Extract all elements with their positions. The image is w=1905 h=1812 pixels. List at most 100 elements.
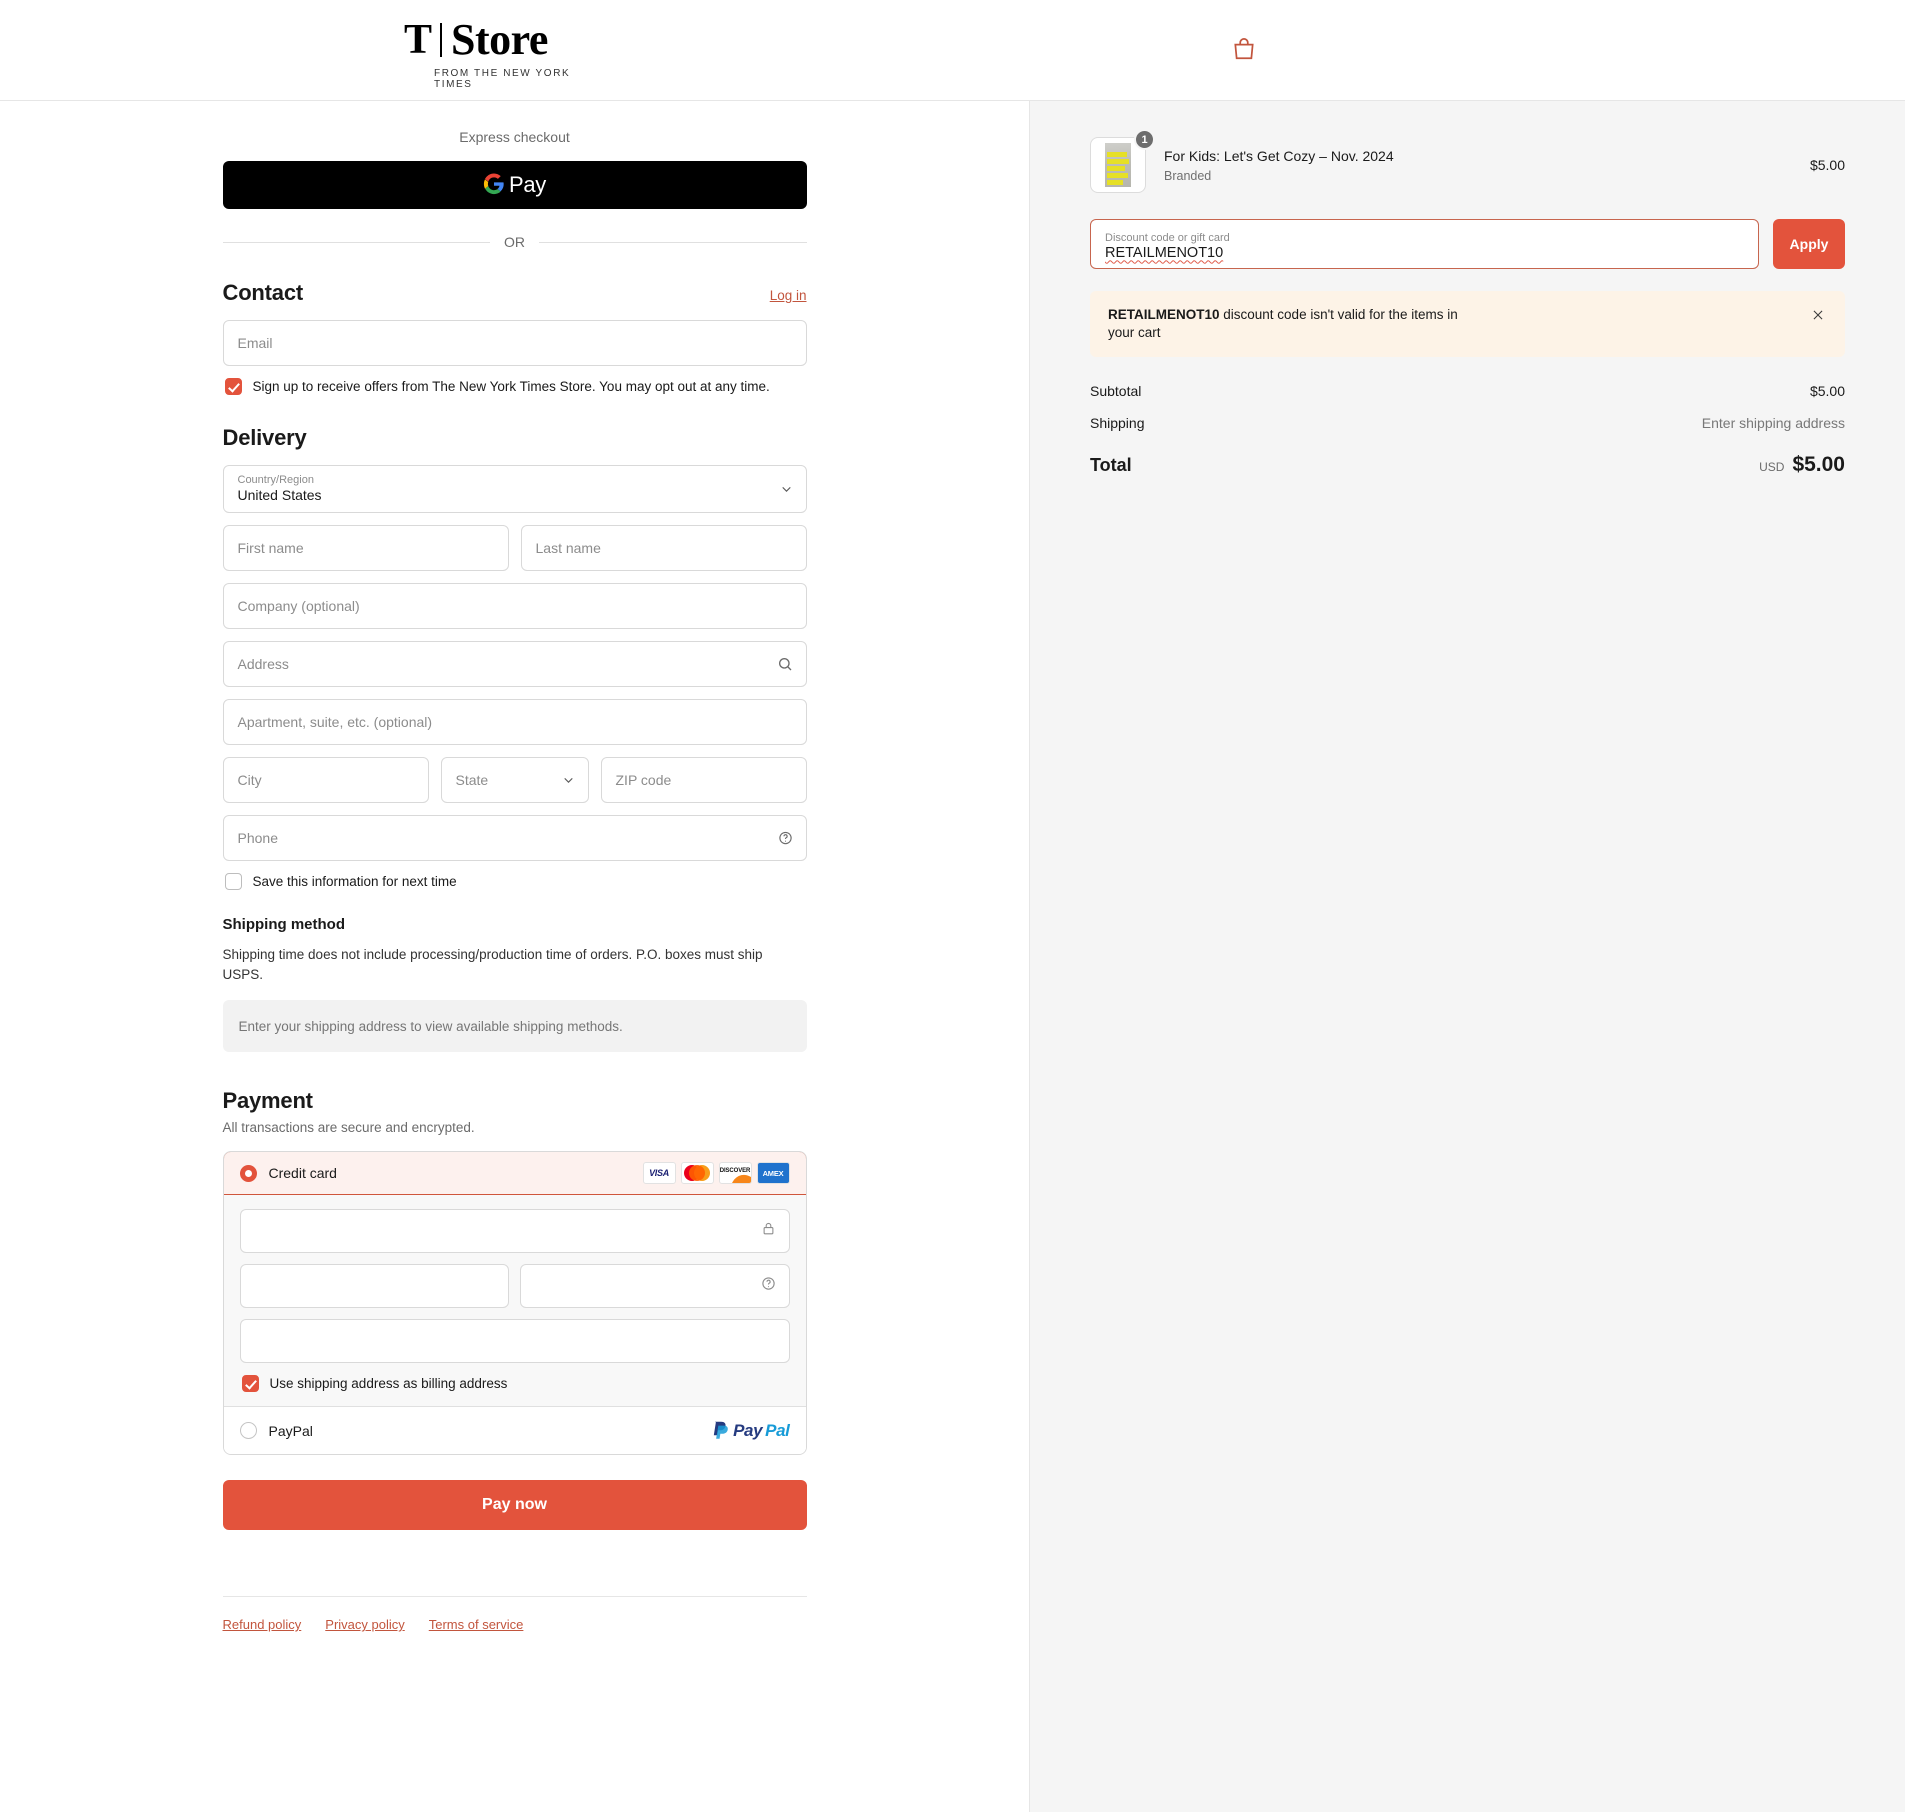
- visa-icon: VISA: [642, 1162, 676, 1185]
- paypal-option[interactable]: PayPal Pay Pal: [223, 1406, 806, 1455]
- payment-subtitle: All transactions are secure and encrypte…: [222, 1120, 475, 1136]
- close-icon[interactable]: [1809, 306, 1827, 327]
- shipping-label: Shipping: [1090, 415, 1145, 432]
- email-field[interactable]: Email: [222, 320, 807, 366]
- subtotal-label: Subtotal: [1090, 383, 1142, 400]
- google-g-icon: [483, 172, 505, 198]
- product-variant: Branded: [1164, 168, 1212, 183]
- newsletter-label: Sign up to receive offers from The New Y…: [252, 379, 770, 394]
- terms-of-service-link[interactable]: Terms of service: [429, 1617, 524, 1632]
- credit-card-form: Use shipping address as billing address: [223, 1195, 806, 1407]
- credit-card-radio[interactable]: [239, 1164, 257, 1182]
- total-row: Total USD $5.00: [1090, 453, 1845, 477]
- delivery-title: Delivery: [222, 425, 307, 450]
- divider-line-left: [222, 241, 490, 243]
- chevron-down-icon: [780, 483, 793, 496]
- country-region-label: Country/Region: [237, 474, 314, 487]
- paypal-label: PayPal: [268, 1422, 313, 1439]
- total-value: $5.00: [1792, 453, 1845, 477]
- phone-field[interactable]: Phone: [222, 815, 807, 861]
- shopping-bag-icon[interactable]: [1231, 36, 1257, 62]
- last-name-placeholder: Last name: [535, 540, 601, 556]
- billing-same-row[interactable]: Use shipping address as billing address: [241, 1375, 790, 1393]
- payment-title: Payment: [222, 1088, 314, 1114]
- discount-error-code: RETAILMENOT10: [1108, 307, 1220, 322]
- address-field[interactable]: Address: [222, 641, 807, 687]
- security-code-field[interactable]: [520, 1264, 790, 1309]
- privacy-policy-link[interactable]: Privacy policy: [325, 1617, 404, 1632]
- order-summary-column: 1 For Kids: Let's Get Cozy – Nov. 2024 B…: [1030, 101, 1905, 1812]
- or-divider: OR: [222, 234, 807, 250]
- paypal-logo-pal: Pal: [765, 1420, 790, 1440]
- company-field[interactable]: Company (optional): [222, 583, 807, 629]
- save-info-row[interactable]: Save this information for next time: [224, 873, 807, 890]
- save-info-checkbox[interactable]: [224, 873, 242, 890]
- name-on-card-field[interactable]: [239, 1319, 790, 1364]
- search-icon[interactable]: [777, 656, 793, 672]
- expiration-date-field[interactable]: [239, 1264, 509, 1309]
- google-pay-label: Pay: [508, 172, 546, 197]
- shipping-note: Shipping time does not include processin…: [222, 947, 763, 982]
- card-number-field[interactable]: [239, 1209, 790, 1254]
- paypal-logo-pay: Pay: [733, 1420, 763, 1440]
- product-price: $5.00: [1809, 157, 1845, 173]
- address-placeholder: Address: [237, 656, 289, 672]
- log-in-link[interactable]: Log in: [770, 288, 807, 303]
- state-placeholder: State: [455, 772, 489, 788]
- logo-tagline: FROM THE NEW YORK TIMES: [434, 68, 571, 90]
- state-select[interactable]: State: [440, 757, 589, 803]
- country-region-select[interactable]: Country/Region United States: [222, 465, 807, 513]
- shipping-methods-empty-state: Enter your shipping address to view avai…: [222, 1000, 807, 1053]
- city-placeholder: City: [237, 772, 262, 788]
- paypal-radio[interactable]: [239, 1422, 257, 1440]
- contact-section-header: Contact Log in: [223, 280, 807, 306]
- credit-card-option[interactable]: Credit card VISA DISCOVER AMEX: [223, 1152, 806, 1196]
- last-name-field[interactable]: Last name: [520, 525, 807, 571]
- contact-title: Contact: [222, 280, 304, 305]
- total-currency: USD: [1759, 460, 1785, 475]
- country-region-value: United States: [237, 487, 322, 504]
- pay-now-button[interactable]: Pay now: [222, 1480, 807, 1531]
- payment-methods-block: Credit card VISA DISCOVER AMEX Use shipp…: [222, 1151, 807, 1456]
- credit-card-label: Credit card: [268, 1165, 337, 1182]
- apartment-field[interactable]: Apartment, suite, etc. (optional): [222, 699, 807, 745]
- apply-discount-button[interactable]: Apply: [1773, 219, 1845, 269]
- city-field[interactable]: City: [222, 757, 429, 803]
- nyt-t-logo-icon: T: [404, 17, 432, 63]
- subtotal-row: Subtotal $5.00: [1090, 383, 1845, 399]
- store-logo[interactable]: T Store FROM THE NEW YORK TIMES: [404, 17, 604, 91]
- shipping-method-title: Shipping method: [222, 916, 345, 933]
- quantity-badge: 1: [1134, 129, 1155, 150]
- expiry-cvv-row: [239, 1264, 790, 1319]
- total-label: Total: [1090, 455, 1132, 476]
- divider-line-right: [539, 241, 807, 243]
- or-label: OR: [504, 234, 525, 250]
- discount-error-message: RETAILMENOT10 discount code isn't valid …: [1108, 306, 1468, 342]
- mastercard-icon: [680, 1162, 714, 1185]
- logo-divider: [440, 23, 443, 57]
- product-cover-art: [1105, 143, 1131, 187]
- discount-code-label: Discount code or gift card: [1105, 231, 1230, 244]
- save-info-label: Save this information for next time: [252, 874, 457, 889]
- checkout-layout: Express checkout Pay OR Contact Log in E…: [0, 101, 1905, 1812]
- help-circle-icon[interactable]: [778, 831, 793, 846]
- shipping-row: Shipping Enter shipping address: [1090, 415, 1845, 431]
- discover-icon: DISCOVER: [718, 1162, 752, 1185]
- zip-code-field[interactable]: ZIP code: [600, 757, 807, 803]
- billing-same-label: Use shipping address as billing address: [269, 1376, 508, 1392]
- first-name-field[interactable]: First name: [222, 525, 509, 571]
- newsletter-checkbox[interactable]: [224, 378, 242, 395]
- first-name-placeholder: First name: [237, 540, 304, 556]
- refund-policy-link[interactable]: Refund policy: [223, 1617, 302, 1632]
- city-state-zip-row: City State ZIP code: [222, 757, 807, 815]
- apartment-placeholder: Apartment, suite, etc. (optional): [237, 714, 433, 730]
- accepted-card-brands: VISA DISCOVER AMEX: [642, 1162, 790, 1185]
- help-circle-icon[interactable]: [761, 1276, 776, 1296]
- discount-code-input[interactable]: Discount code or gift card RETAILMENOT10: [1090, 219, 1759, 269]
- express-checkout-label: Express checkout: [459, 129, 570, 145]
- discount-code-row: Discount code or gift card RETAILMENOT10…: [1090, 219, 1845, 269]
- newsletter-optin-row[interactable]: Sign up to receive offers from The New Y…: [224, 378, 807, 395]
- subtotal-value: $5.00: [1809, 383, 1845, 400]
- billing-same-checkbox[interactable]: [241, 1375, 259, 1393]
- google-pay-button[interactable]: Pay: [222, 161, 807, 209]
